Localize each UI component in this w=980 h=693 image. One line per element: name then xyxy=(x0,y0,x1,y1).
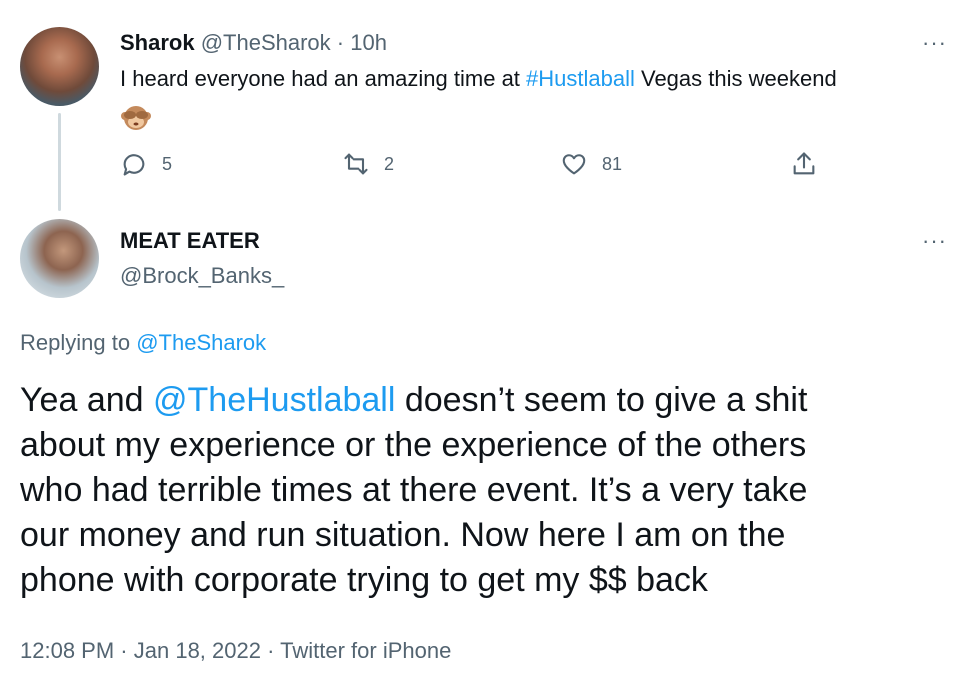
reply-line: Yea and @TheHustlaball doesn’t seem to g… xyxy=(20,378,970,423)
replying-label: Replying to xyxy=(20,330,131,355)
share-button[interactable] xyxy=(790,150,818,178)
retweet-button[interactable]: 2 xyxy=(342,150,394,178)
reply-icon xyxy=(123,154,145,176)
tweet-text-before: I heard everyone had an amazing time at xyxy=(120,66,527,91)
mention-link[interactable]: @TheHustlaball xyxy=(153,381,395,419)
reply-line-text: Yea and xyxy=(20,381,153,419)
author-handle[interactable]: @TheSharok xyxy=(201,30,331,55)
tweet-text-after: Vegas this weekend xyxy=(634,66,837,91)
reply-author-name[interactable]: MEAT EATER xyxy=(120,228,260,254)
like-count: 81 xyxy=(602,153,623,174)
like-icon xyxy=(562,154,586,175)
author-name[interactable]: Sharok xyxy=(120,30,195,55)
share-icon xyxy=(793,152,815,175)
see-no-evil-monkey-icon xyxy=(120,102,152,132)
reply-source[interactable]: Twitter for iPhone xyxy=(280,638,451,663)
reply-line: about my experience or the experience of… xyxy=(20,426,807,464)
reply-line-text: doesn’t seem to give a shit xyxy=(395,381,808,419)
separator: · xyxy=(120,638,128,663)
avatar-sharok[interactable] xyxy=(20,27,99,106)
replying-handle[interactable]: @TheSharok xyxy=(136,330,266,355)
reply-line: phone with corporate trying to get my $$… xyxy=(20,561,708,599)
replying-to: Replying to @TheSharok xyxy=(20,330,266,356)
reply-date[interactable]: Jan 18, 2022 xyxy=(134,638,261,663)
reply-line: who had terrible times at there event. I… xyxy=(20,471,808,509)
separator: · xyxy=(267,638,275,663)
thread-line xyxy=(58,113,61,211)
tweet-time[interactable]: 10h xyxy=(350,30,387,55)
separator: · xyxy=(336,30,345,55)
tweet-meta: 12:08 PM · Jan 18, 2022 · Twitter for iP… xyxy=(20,638,451,664)
more-icon[interactable]: ··· xyxy=(922,228,947,254)
reply-time[interactable]: 12:08 PM xyxy=(20,638,114,663)
reply-count: 5 xyxy=(162,153,173,174)
like-button[interactable]: 81 xyxy=(560,150,622,178)
retweet-count: 2 xyxy=(384,153,395,174)
reply-text: Yea and @TheHustlaball doesn’t seem to g… xyxy=(20,378,970,603)
retweet-icon xyxy=(344,153,368,175)
more-icon[interactable]: ··· xyxy=(922,30,947,56)
reply-line: our money and run situation. Now here I … xyxy=(20,516,786,554)
reply-author-handle[interactable]: @Brock_Banks_ xyxy=(120,263,284,289)
tweet-header: Sharok @TheSharok · 10h xyxy=(120,30,387,56)
hashtag-link[interactable]: #Hustlaball xyxy=(526,66,635,91)
avatar-brock-banks[interactable] xyxy=(20,219,99,298)
reply-button[interactable]: 5 xyxy=(120,150,172,178)
tweet-text: I heard everyone had an amazing time at … xyxy=(120,66,837,92)
